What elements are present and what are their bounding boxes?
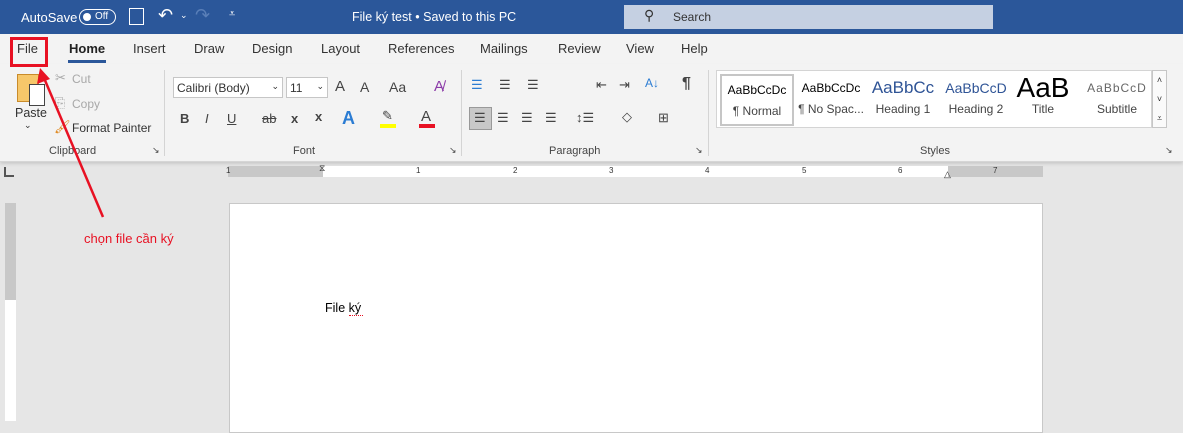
annotation-arrow <box>37 68 105 218</box>
annotation-text: chọn file cần ký <box>84 231 174 246</box>
